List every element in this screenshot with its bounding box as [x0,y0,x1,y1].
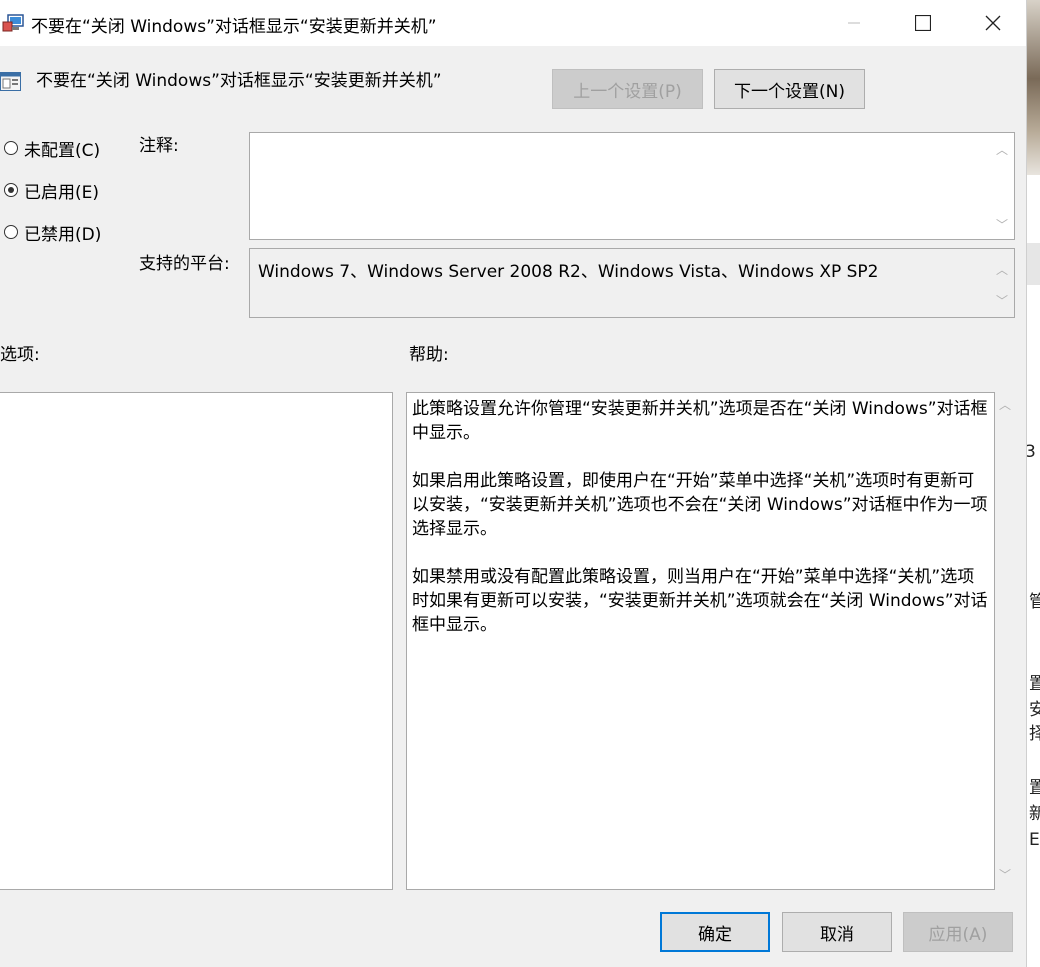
help-paragraph: 此策略设置允许你管理“安装更新并关机”选项是否在“关闭 Windows”对话框中… [412,399,988,443]
window-title: 不要在“关闭 Windows”对话框显示“安装更新并关机” [31,17,437,37]
radio-circle[interactable] [4,141,18,155]
supported-platforms-field[interactable]: Windows 7、Windows Server 2008 R2、Windows… [249,248,1015,318]
maximize-button[interactable] [888,0,958,46]
background-image [1027,0,1040,175]
radio-label: 已启用(E) [24,182,100,203]
background-text: 管 [1029,590,1040,614]
radio-label: 未配置(C) [24,140,101,161]
background-text: 置 [1029,672,1040,696]
scroll-up-icon[interactable]: ︿ [996,261,1008,278]
radio-enabled[interactable]: 已启用(E) [4,178,100,203]
help-paragraph: 如果禁用或没有配置此策略设置，则当用户在“开始”菜单中选择“关机”选项时如果有更… [412,567,988,635]
background-text: 新 [1029,802,1040,826]
background-text: 择 [1029,722,1040,746]
radio-label: 已禁用(D) [24,224,102,245]
policy-setting-icon [0,70,22,92]
scroll-up-icon[interactable]: ︿ [996,141,1008,158]
apply-button[interactable]: 应用(A) [903,912,1013,952]
supported-platforms-value: Windows 7、Windows Server 2008 R2、Windows… [258,262,879,282]
radio-circle[interactable] [4,183,18,197]
title-bar: 不要在“关闭 Windows”对话框显示“安装更新并关机” [0,0,1026,46]
scroll-down-icon[interactable]: ﹀ [996,216,1008,233]
policy-window-icon [2,14,24,32]
scroll-up-icon[interactable]: ︿ [999,396,1011,413]
cancel-button[interactable]: 取消 [782,912,892,952]
policy-title: 不要在“关闭 Windows”对话框显示“安装更新并关机” [36,71,442,91]
radio-not-configured[interactable]: 未配置(C) [4,136,101,161]
options-pane [0,392,393,890]
previous-setting-button[interactable]: 上一个设置(P) [552,69,703,109]
close-button[interactable] [958,0,1028,46]
next-setting-button[interactable]: 下一个设置(N) [714,69,865,109]
background-strip [1027,243,1040,285]
help-paragraph: 如果启用此策略设置，即使用户在“开始”菜单中选择“关机”选项时有更新可以安装，“… [412,471,988,539]
comment-textarea[interactable]: ︿ ﹀ [249,132,1015,240]
scroll-down-icon[interactable]: ﹀ [996,292,1008,309]
options-label: 选项: [0,345,40,365]
background-text: 3 [1026,442,1036,462]
background-text: E [1029,830,1040,850]
scroll-down-icon[interactable]: ﹀ [999,866,1011,883]
minimize-button[interactable] [819,0,889,46]
help-label: 帮助: [409,345,449,365]
radio-circle[interactable] [4,225,18,239]
help-pane[interactable]: 此策略设置允许你管理“安装更新并关机”选项是否在“关闭 Windows”对话框中… [406,392,995,890]
ok-button[interactable]: 确定 [660,912,770,952]
comment-label: 注释: [139,136,179,156]
supported-platforms-label: 支持的平台: [139,254,230,274]
background-window: 3 管 置 安 择 置 新 E [1026,0,1040,967]
radio-disabled[interactable]: 已禁用(D) [4,220,102,245]
background-text: 安 [1029,698,1040,722]
background-text: 置 [1029,776,1040,800]
